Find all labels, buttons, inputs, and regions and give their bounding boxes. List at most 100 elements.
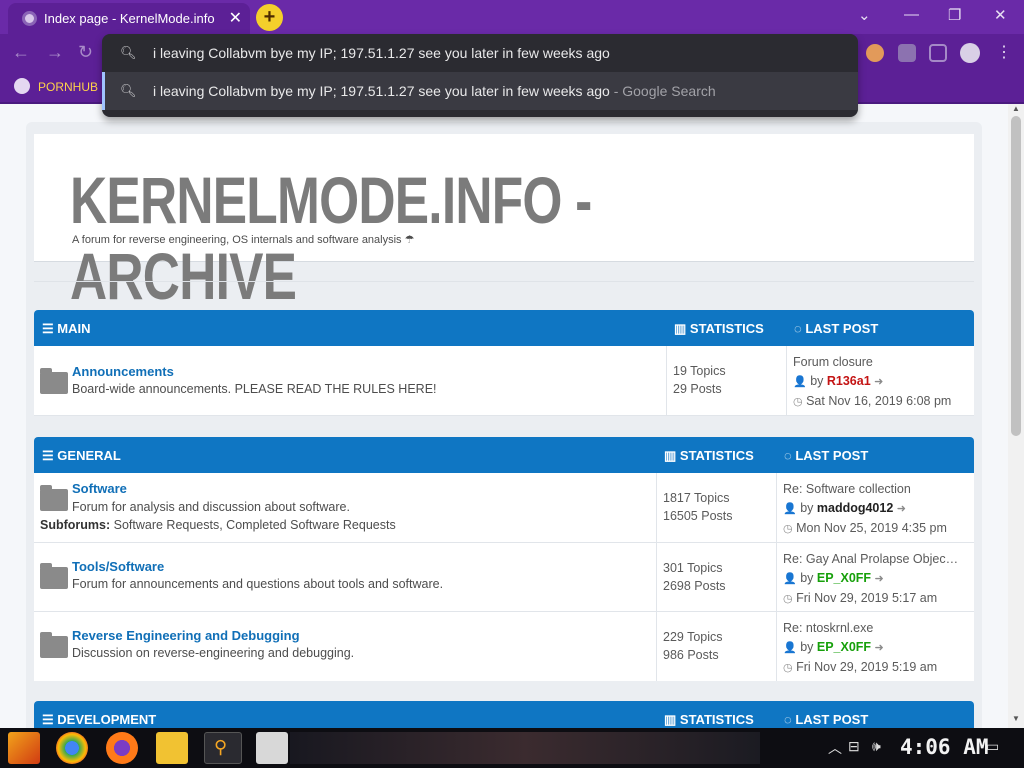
forum-description: Forum for announcements and questions ab… <box>72 577 444 591</box>
chrome-icon[interactable] <box>56 732 88 764</box>
by-label: by <box>810 374 824 388</box>
page-scrollbar[interactable]: ▲ ▼ <box>1008 104 1024 728</box>
statistics-header: ▥ STATISTICS <box>674 321 764 336</box>
menu-dots-icon[interactable]: ⋮ <box>996 42 1012 62</box>
selection-accent <box>102 72 105 110</box>
new-tab-button[interactable]: + <box>256 4 283 31</box>
forum-description: Forum for analysis and discussion about … <box>72 500 350 514</box>
omnibox-suggestion[interactable]: 🔍︎ i leaving Collabvm bye my IP; 197.51.… <box>102 72 858 110</box>
tab-close-icon[interactable]: ✕ <box>229 8 242 28</box>
posts-count: 2698 Posts <box>663 579 726 593</box>
extension-avatar-icon[interactable] <box>866 44 884 62</box>
sidepanel-icon[interactable] <box>929 44 947 62</box>
user-icon: 👤 <box>783 503 797 515</box>
clock-icon: ◷ <box>783 523 793 535</box>
goto-post-icon[interactable]: ➜ <box>897 503 906 515</box>
folder-icon <box>40 368 68 394</box>
posts-count: 29 Posts <box>673 382 722 396</box>
forum-stats: 229 Topics 986 Posts <box>656 612 776 681</box>
forum-section-main: ☰ MAIN ▥ STATISTICS ◌ LAST POST Announce… <box>34 310 974 416</box>
last-post-title[interactable]: Re: ntoskrnl.exe <box>783 619 974 638</box>
volume-icon[interactable]: 🕪︎ <box>872 738 881 755</box>
notifications-icon[interactable]: ▭ <box>986 738 999 755</box>
search-icon: 🔍︎ <box>120 45 137 60</box>
forum-section-general: ☰ GENERAL ▥ STATISTICS ◌ LAST POST Softw… <box>34 437 974 681</box>
profile-icon[interactable] <box>960 43 980 63</box>
subforums-label: Subforums: <box>40 518 111 532</box>
search-icon[interactable]: ⚲ <box>204 732 242 764</box>
tab-favicon-icon <box>22 11 37 26</box>
scroll-up-arrow-icon[interactable]: ▲ <box>1012 104 1020 113</box>
suggestion-text[interactable]: i leaving Collabvm bye my IP; 197.51.1.2… <box>153 83 716 99</box>
forum-section-development: ☰ DEVELOPMENT ▥ STATISTICS ◌ LAST POST <box>34 701 974 728</box>
user-icon: 👤 <box>783 573 797 585</box>
section-title[interactable]: ☰ DEVELOPMENT <box>42 712 156 728</box>
last-post-date: Sat Nov 16, 2019 6:08 pm <box>806 394 952 408</box>
calculator-icon[interactable] <box>256 732 288 764</box>
topics-count: 301 Topics <box>663 561 723 575</box>
address-bar[interactable]: 🔍︎ i leaving Collabvm bye my IP; 197.51.… <box>102 34 858 72</box>
forum-stats: 301 Topics 2698 Posts <box>656 543 776 611</box>
user-icon: 👤 <box>793 376 807 388</box>
back-arrow-icon[interactable]: ← <box>12 42 30 63</box>
close-window-button[interactable]: ✕ <box>994 6 1007 24</box>
last-post-user[interactable]: EP_X0FF <box>817 571 871 585</box>
forum-stats: 19 Topics 29 Posts <box>666 346 786 415</box>
subforum-links[interactable]: Software Requests, Completed Software Re… <box>114 518 396 532</box>
goto-post-icon[interactable]: ➜ <box>875 642 884 654</box>
firefox-icon[interactable] <box>106 732 138 764</box>
forward-arrow-icon[interactable]: → <box>46 42 64 63</box>
tray-arrow-icon[interactable]: ︿ <box>828 738 842 758</box>
by-label: by <box>800 501 814 515</box>
section-title[interactable]: ☰ MAIN <box>42 321 91 337</box>
address-input[interactable]: i leaving Collabvm bye my IP; 197.51.1.2… <box>153 45 610 61</box>
system-clock[interactable]: 4:06 AM <box>900 735 989 759</box>
forum-title-link[interactable]: Tools/Software <box>72 559 164 574</box>
posts-count: 16505 Posts <box>663 509 733 523</box>
forum-title-link[interactable]: Reverse Engineering and Debugging <box>72 628 300 643</box>
forum-title-link[interactable]: Announcements <box>72 364 174 379</box>
section-header: ☰ DEVELOPMENT ▥ STATISTICS ◌ LAST POST <box>34 701 974 728</box>
folder-icon <box>40 632 68 658</box>
clock-icon: ◷ <box>783 662 793 674</box>
goto-post-icon[interactable]: ➜ <box>874 376 883 388</box>
tab-title: Index page - KernelMode.info <box>44 11 215 26</box>
last-post-header: ◌ LAST POST <box>794 321 879 336</box>
last-post-user[interactable]: maddog4012 <box>817 501 893 515</box>
tab-strip: Index page - KernelMode.info ✕ + ⌄ — ❐ ✕ <box>0 0 1024 34</box>
forum-title-link[interactable]: Software <box>72 481 127 496</box>
forum-description: Board-wide announcements. PLEASE READ TH… <box>72 382 437 396</box>
topics-count: 229 Topics <box>663 630 723 644</box>
network-icon[interactable]: ⊟ <box>848 738 860 755</box>
section-title[interactable]: ☰ GENERAL <box>42 448 121 464</box>
taskbar: ⚲ ︿ ⊟ 🕪︎ 4:06 AM ▭ <box>0 728 1024 768</box>
clock-icon: ◷ <box>783 593 793 605</box>
topics-count: 1817 Topics <box>663 491 730 505</box>
extensions-puzzle-icon[interactable] <box>898 44 916 62</box>
tab-search-icon[interactable]: ⌄ <box>858 6 871 24</box>
scroll-down-arrow-icon[interactable]: ▼ <box>1012 714 1020 723</box>
browser-tab[interactable]: Index page - KernelMode.info ✕ <box>8 3 250 34</box>
last-post-title[interactable]: Forum closure <box>793 353 974 372</box>
last-post-date: Fri Nov 29, 2019 5:19 am <box>796 660 938 674</box>
last-post-date: Fri Nov 29, 2019 5:17 am <box>796 591 938 605</box>
site-tagline: A forum for reverse engineering, OS inte… <box>72 234 415 246</box>
forum-row: Tools/Software Forum for announcements a… <box>34 543 974 612</box>
omnibox-dropdown: 🔍︎ i leaving Collabvm bye my IP; 197.51.… <box>102 34 858 117</box>
by-label: by <box>800 571 814 585</box>
scrollbar-thumb[interactable] <box>1011 116 1021 436</box>
explorer-icon[interactable] <box>156 732 188 764</box>
minimize-button[interactable]: — <box>904 6 919 23</box>
reload-icon[interactable]: ↻ <box>78 42 93 63</box>
start-icon[interactable] <box>8 732 40 764</box>
bookmark-item[interactable]: PORNHUB <box>38 80 98 94</box>
last-post-user[interactable]: EP_X0FF <box>817 640 871 654</box>
goto-post-icon[interactable]: ➜ <box>875 573 884 585</box>
last-post-title[interactable]: Re: Software collection <box>783 480 974 499</box>
last-post-user[interactable]: R136a1 <box>827 374 871 388</box>
forum-description: Discussion on reverse-engineering and de… <box>72 646 355 660</box>
maximize-button[interactable]: ❐ <box>948 6 961 24</box>
last-post-title[interactable]: Re: Gay Anal Prolapse Objec… <box>783 550 974 569</box>
forum-row: Software Forum for analysis and discussi… <box>34 473 974 543</box>
last-post: Forum closure 👤 by R136a1 ➜ ◷ Sat Nov 16… <box>786 346 974 415</box>
